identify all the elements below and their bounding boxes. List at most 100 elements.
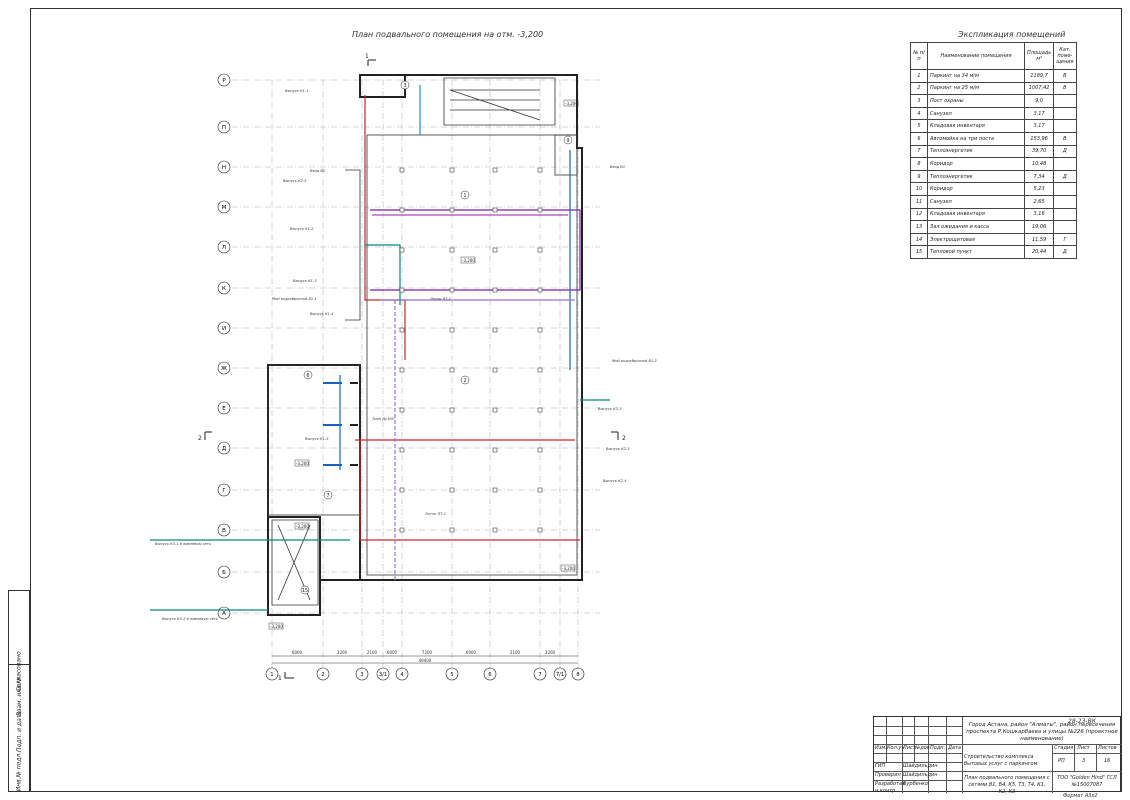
structural-column: [449, 407, 455, 413]
stamp-name-gip: Шайдильдин: [903, 763, 938, 769]
structural-column: [492, 247, 498, 253]
structural-column: [537, 327, 543, 333]
section-mark-2-left: 2: [198, 435, 202, 442]
stamp-col-date: Дата: [948, 745, 961, 751]
structural-column: [399, 327, 405, 333]
plan-annotation: Выпуск К2-5: [283, 179, 307, 183]
structural-column: [399, 247, 405, 253]
dimension-label: 3200: [545, 650, 556, 655]
plan-annotation: Выпуск К3-2 в ливневую сеть: [162, 617, 218, 621]
structural-column: [399, 527, 405, 533]
structural-column: [449, 287, 455, 293]
structural-column: [537, 487, 543, 493]
plan-annotation: Выпуск К2-3: [606, 447, 630, 451]
structural-column: [537, 367, 543, 373]
stamp-stage-label: Стадия: [1054, 745, 1074, 751]
structural-column: [399, 207, 405, 213]
structural-column: [449, 167, 455, 173]
stamp-sheet: 3: [1082, 758, 1086, 764]
stamp-name-checked: Шайдильдин: [903, 772, 938, 778]
room-number: 15: [302, 588, 308, 594]
level-mark: -3,200: [565, 101, 578, 106]
structural-column: [399, 447, 405, 453]
stamp-col-izm: Изм.: [875, 745, 887, 751]
section-mark-2-right: 2: [622, 435, 626, 442]
plan-annotation: Выпуск К1-2: [290, 227, 314, 231]
structural-column: [399, 407, 405, 413]
room-number: 9: [566, 138, 569, 144]
stamp-sheet-label: Лист: [1077, 745, 1090, 751]
stamp-col-doc: №док.: [915, 745, 932, 751]
axis-label-col: 7/1: [556, 672, 564, 678]
structural-column: [537, 287, 543, 293]
plan-annotation: Выпуск К1-3: [293, 279, 317, 283]
format-label: Формат А3х2: [1063, 793, 1098, 799]
structural-column: [399, 487, 405, 493]
stamp-role-ncontrol: н.контр: [875, 788, 896, 794]
structural-column: [492, 407, 498, 413]
dimension-label: 6000: [466, 650, 477, 655]
axis-label-row: Б: [222, 570, 226, 576]
level-mark: -3,200: [562, 566, 575, 571]
axis-label-col: 2: [321, 672, 324, 678]
floor-plan: РПНМЛКИЖЕДГВБА1 2 3 3/1 4 5 6 7 7/1 8 12…: [150, 53, 658, 682]
structural-column: [449, 327, 455, 333]
axis-label-row: Д: [222, 446, 227, 452]
stamp-col-kol: Кол.уч: [887, 745, 905, 751]
room-number: 1: [463, 193, 466, 199]
stamp-project: Город Астана, район "Алматы", район пере…: [966, 722, 1118, 742]
plan-annotation: Лоток ЛТ-1: [424, 512, 446, 516]
dimension-label: 7200: [422, 650, 433, 655]
structural-column: [492, 207, 498, 213]
title-block: Изм. Кол.уч Лист №док. Подп. Дата ГИП Пр…: [873, 716, 1122, 795]
structural-column: [449, 247, 455, 253]
building-walls: [267, 74, 583, 616]
level-mark: -3,200: [296, 524, 309, 529]
plan-annotation: Выпуск К1-1: [285, 89, 309, 93]
structural-column: [449, 207, 455, 213]
dimension-total: 49400: [419, 658, 432, 663]
axis-label-col: 4: [400, 672, 403, 678]
structural-column: [492, 327, 498, 333]
stamp-sheets-label: Листов: [1098, 745, 1117, 751]
plan-annotation: Ввод В1: [310, 169, 325, 173]
section-mark-1-bottom: 1: [278, 675, 282, 682]
plan-annotation: Мой водосбросной В1-1: [272, 297, 317, 301]
structural-column: [449, 487, 455, 493]
axis-label-col: 7: [538, 672, 541, 678]
dimension-label: 2100: [367, 650, 378, 655]
stamp-col-list: Лист: [903, 745, 916, 751]
stamp-role-developer: Разработал: [875, 781, 906, 787]
structural-column: [537, 447, 543, 453]
axis-label-row: Е: [222, 406, 226, 412]
dimension-label: 6000: [292, 650, 303, 655]
level-mark: -3,200: [462, 258, 475, 263]
stamp-company: ТОО "Golden Hind" ГСЛ №15007087: [1057, 775, 1117, 788]
plan-annotation: Лоток ЛТ-1: [429, 297, 451, 301]
structural-column: [399, 367, 405, 373]
structural-column: [399, 167, 405, 173]
axis-label-row: Ж: [221, 366, 227, 372]
structural-column: [537, 207, 543, 213]
room-number: 3: [403, 83, 406, 89]
structural-column: [492, 367, 498, 373]
stamp-name-developer: Бурбенко: [903, 781, 929, 787]
dimension-label: 2100: [510, 650, 521, 655]
axis-label-col: 6: [488, 672, 491, 678]
plan-annotation: Ввод В1: [610, 165, 625, 169]
stamp-sheets: 16: [1104, 758, 1111, 764]
level-mark: -3,200: [270, 624, 283, 629]
axis-label-row: А: [222, 611, 226, 617]
structural-column: [537, 167, 543, 173]
structural-column: [492, 527, 498, 533]
axis-label-row: П: [222, 125, 226, 131]
axis-label-row: Н: [222, 165, 226, 171]
structural-column: [492, 167, 498, 173]
axis-label-row: И: [222, 326, 226, 332]
level-mark: -3,200: [296, 461, 309, 466]
structural-column: [399, 287, 405, 293]
plan-annotation: Выпуск К1-4: [310, 312, 334, 316]
plan-annotation: Трап Ду100: [372, 417, 395, 421]
structural-column: [492, 447, 498, 453]
axis-label-row: В: [222, 528, 226, 534]
